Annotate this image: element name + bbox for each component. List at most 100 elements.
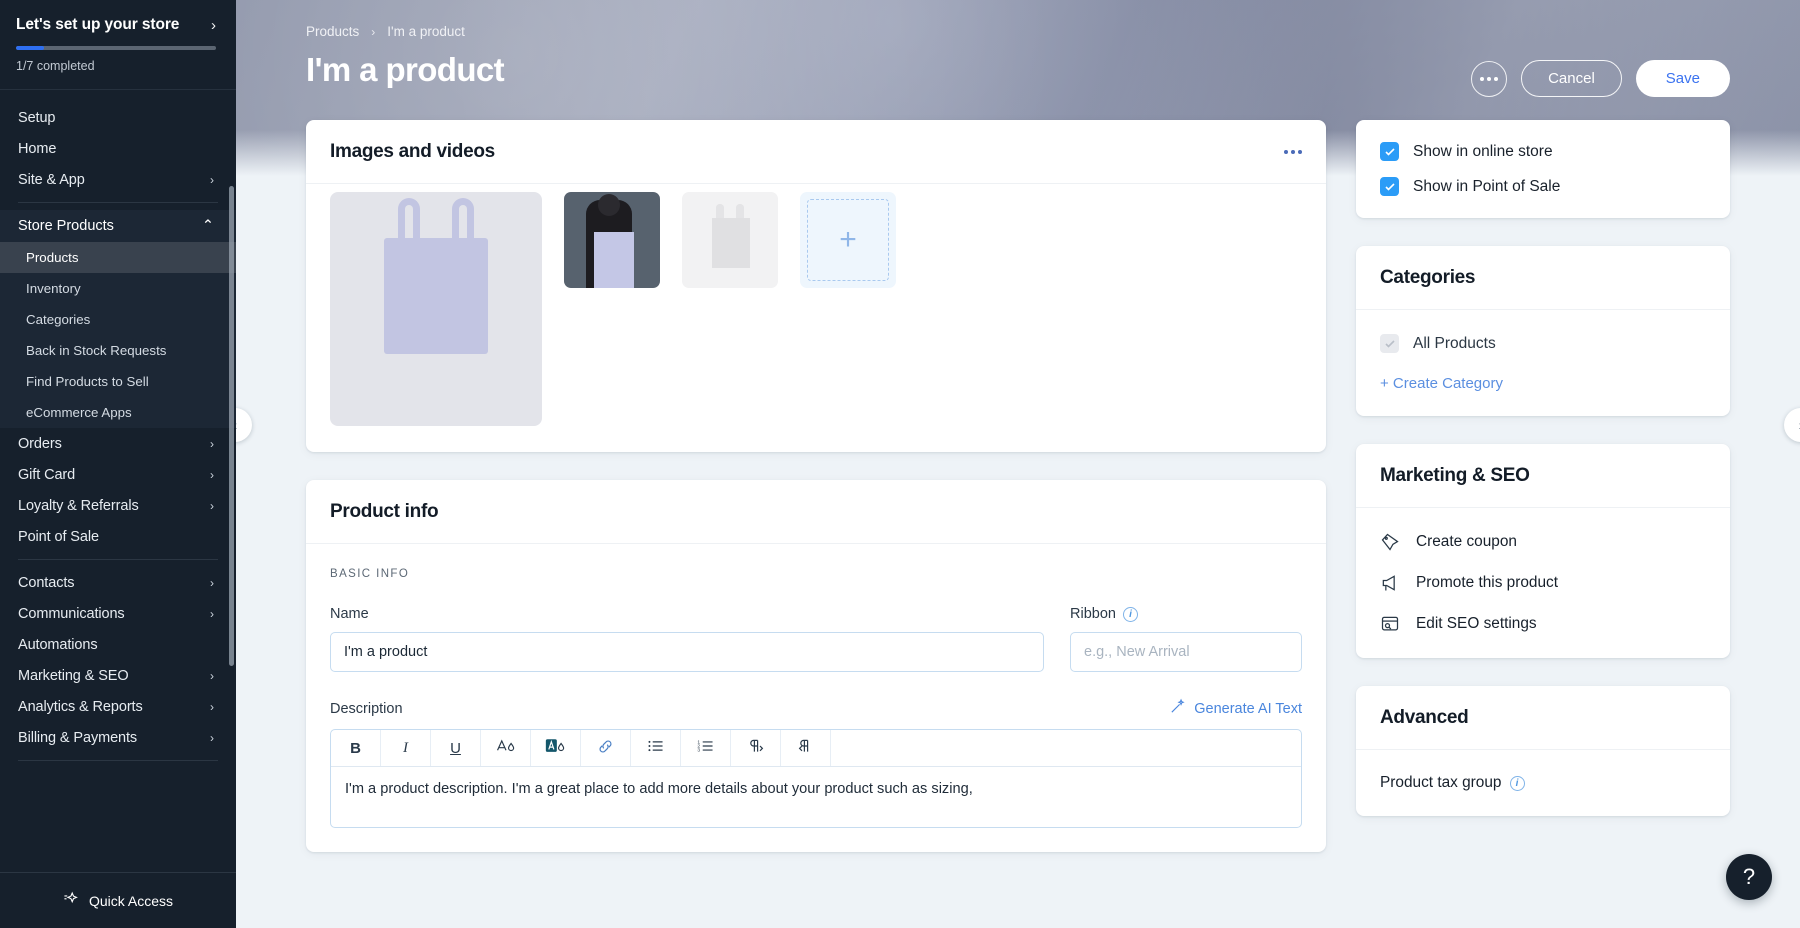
flatlay-bag-shape [712, 218, 750, 268]
sidebar-item-categories[interactable]: Categories [0, 304, 236, 335]
sidebar-item-site-app[interactable]: Site & App › [0, 164, 236, 195]
more-options-button[interactable] [1471, 61, 1507, 97]
underline-button[interactable]: U [431, 730, 481, 766]
sidebar-item-label: Contacts [18, 575, 74, 591]
create-category-button[interactable]: + Create Category [1380, 375, 1706, 392]
sidebar-group-label: Store Products [18, 218, 114, 234]
setup-progress-bar [16, 46, 216, 50]
card-header: Marketing & SEO [1356, 444, 1730, 508]
chevron-right-icon: › [210, 607, 214, 621]
generate-ai-text-button[interactable]: Generate AI Text [1169, 698, 1302, 719]
save-button[interactable]: Save [1636, 60, 1730, 97]
chevron-right-icon: › [210, 499, 214, 513]
text-color-button[interactable] [481, 730, 531, 766]
italic-button[interactable]: I [381, 730, 431, 766]
card-header: Images and videos [306, 120, 1326, 184]
sidebar-item-contacts[interactable]: Contacts › [0, 567, 236, 598]
ribbon-input[interactable] [1070, 632, 1302, 672]
sidebar-item-label: Communications [18, 606, 125, 622]
product-tax-group-label: Product tax group [1380, 774, 1502, 792]
basic-info-fields: Name Ribbon i [330, 606, 1302, 672]
right-column: Show in online store Show in Point of Sa… [1356, 120, 1730, 844]
chevron-right-icon[interactable]: › [211, 18, 216, 33]
show-in-point-of-sale-checkbox[interactable] [1380, 177, 1399, 196]
sidebar-group-header[interactable]: Store Products ⌃ [0, 210, 236, 242]
sidebar-item-label: Products [26, 250, 78, 265]
sidebar-divider [18, 202, 218, 203]
app-root: Let's set up your store › 1/7 completed … [0, 0, 1800, 928]
card-title: Marketing & SEO [1380, 465, 1530, 487]
numbered-list-button[interactable]: 1 2 3 [681, 730, 731, 766]
sidebar-item-back-in-stock-requests[interactable]: Back in Stock Requests [0, 335, 236, 366]
model-bag-shape [594, 232, 634, 288]
media-thumbnail-model[interactable] [564, 192, 660, 288]
sidebar-item-find-products-to-sell[interactable]: Find Products to Sell [0, 366, 236, 397]
show-in-online-store-row[interactable]: Show in online store [1380, 142, 1706, 161]
link-button[interactable] [581, 730, 631, 766]
media-thumbnail-flatlay[interactable] [682, 192, 778, 288]
add-media-button[interactable]: + [800, 192, 896, 288]
align-ltr-button[interactable] [781, 730, 831, 766]
product-info-body: BASIC INFO Name Ribbon i [306, 544, 1326, 852]
setup-banner-header: Let's set up your store › [16, 16, 216, 34]
edit-seo-settings-link[interactable]: Edit SEO settings [1380, 614, 1706, 634]
media-thumbnails: + [306, 184, 1326, 452]
description-label: Description [330, 701, 403, 717]
info-icon[interactable]: i [1123, 607, 1138, 622]
marketing-seo-card: Marketing & SEO Create coupon [1356, 444, 1730, 658]
align-rtl-button[interactable] [731, 730, 781, 766]
sidebar-item-setup[interactable]: Setup [0, 102, 236, 133]
show-in-online-store-checkbox[interactable] [1380, 142, 1399, 161]
left-column: Images and videos [306, 120, 1326, 880]
create-coupon-link[interactable]: Create coupon [1380, 532, 1706, 552]
chevron-right-icon: › [210, 669, 214, 683]
promote-product-link[interactable]: Promote this product [1380, 573, 1706, 593]
sidebar-item-inventory[interactable]: Inventory [0, 273, 236, 304]
sidebar-item-loyalty-referrals[interactable]: Loyalty & Referrals › [0, 490, 236, 521]
card-title: Advanced [1380, 707, 1468, 729]
sidebar-scrollbar[interactable] [229, 186, 234, 666]
sidebar-item-home[interactable]: Home [0, 133, 236, 164]
sidebar-item-orders[interactable]: Orders › [0, 428, 236, 459]
bold-button[interactable]: B [331, 730, 381, 766]
show-in-point-of-sale-row[interactable]: Show in Point of Sale [1380, 177, 1706, 196]
sidebar-item-analytics-reports[interactable]: Analytics & Reports › [0, 691, 236, 722]
sidebar-item-billing-payments[interactable]: Billing & Payments › [0, 722, 236, 753]
name-input[interactable] [330, 632, 1044, 672]
quick-access-button[interactable]: Quick Access [0, 872, 236, 928]
show-in-online-store-label: Show in online store [1413, 143, 1553, 161]
description-textarea[interactable]: I'm a product description. I'm a great p… [331, 767, 1301, 827]
help-button[interactable]: ? [1726, 854, 1772, 900]
sidebar-item-gift-card[interactable]: Gift Card › [0, 459, 236, 490]
category-row-all-products[interactable]: All Products [1380, 334, 1706, 353]
sidebar-item-label: Home [18, 141, 56, 157]
name-label: Name [330, 606, 1044, 622]
sidebar-item-point-of-sale[interactable]: Point of Sale [0, 521, 236, 552]
basic-info-label: BASIC INFO [330, 568, 1302, 580]
sidebar-item-label: Analytics & Reports [18, 699, 143, 715]
breadcrumb-products[interactable]: Products [306, 24, 359, 39]
link-icon [597, 738, 614, 759]
sidebar-item-communications[interactable]: Communications › [0, 598, 236, 629]
sidebar-item-label: Back in Stock Requests [26, 343, 166, 358]
sidebar-item-marketing-seo[interactable]: Marketing & SEO › [0, 660, 236, 691]
bulleted-list-button[interactable] [631, 730, 681, 766]
sidebar-item-ecommerce-apps[interactable]: eCommerce Apps [0, 397, 236, 428]
sidebar-item-label: Find Products to Sell [26, 374, 149, 389]
media-more-options-button[interactable] [1284, 150, 1302, 154]
paragraph-ltr-icon [798, 738, 814, 758]
highlight-color-button[interactable] [531, 730, 581, 766]
sidebar-item-label: Automations [18, 637, 98, 653]
info-icon[interactable]: i [1510, 776, 1525, 791]
toolbar-spacer [831, 730, 1301, 766]
setup-banner[interactable]: Let's set up your store › 1/7 completed [0, 0, 236, 90]
media-thumbnail-primary[interactable] [330, 192, 542, 426]
chevron-right-icon: › [210, 468, 214, 482]
sidebar-item-products[interactable]: Products [0, 242, 236, 273]
sidebar-item-label: Site & App [18, 172, 85, 188]
megaphone-icon [1380, 573, 1400, 593]
cancel-button[interactable]: Cancel [1521, 60, 1622, 97]
card-title: Product info [330, 501, 438, 523]
seo-icon [1380, 614, 1400, 634]
sidebar-item-automations[interactable]: Automations [0, 629, 236, 660]
